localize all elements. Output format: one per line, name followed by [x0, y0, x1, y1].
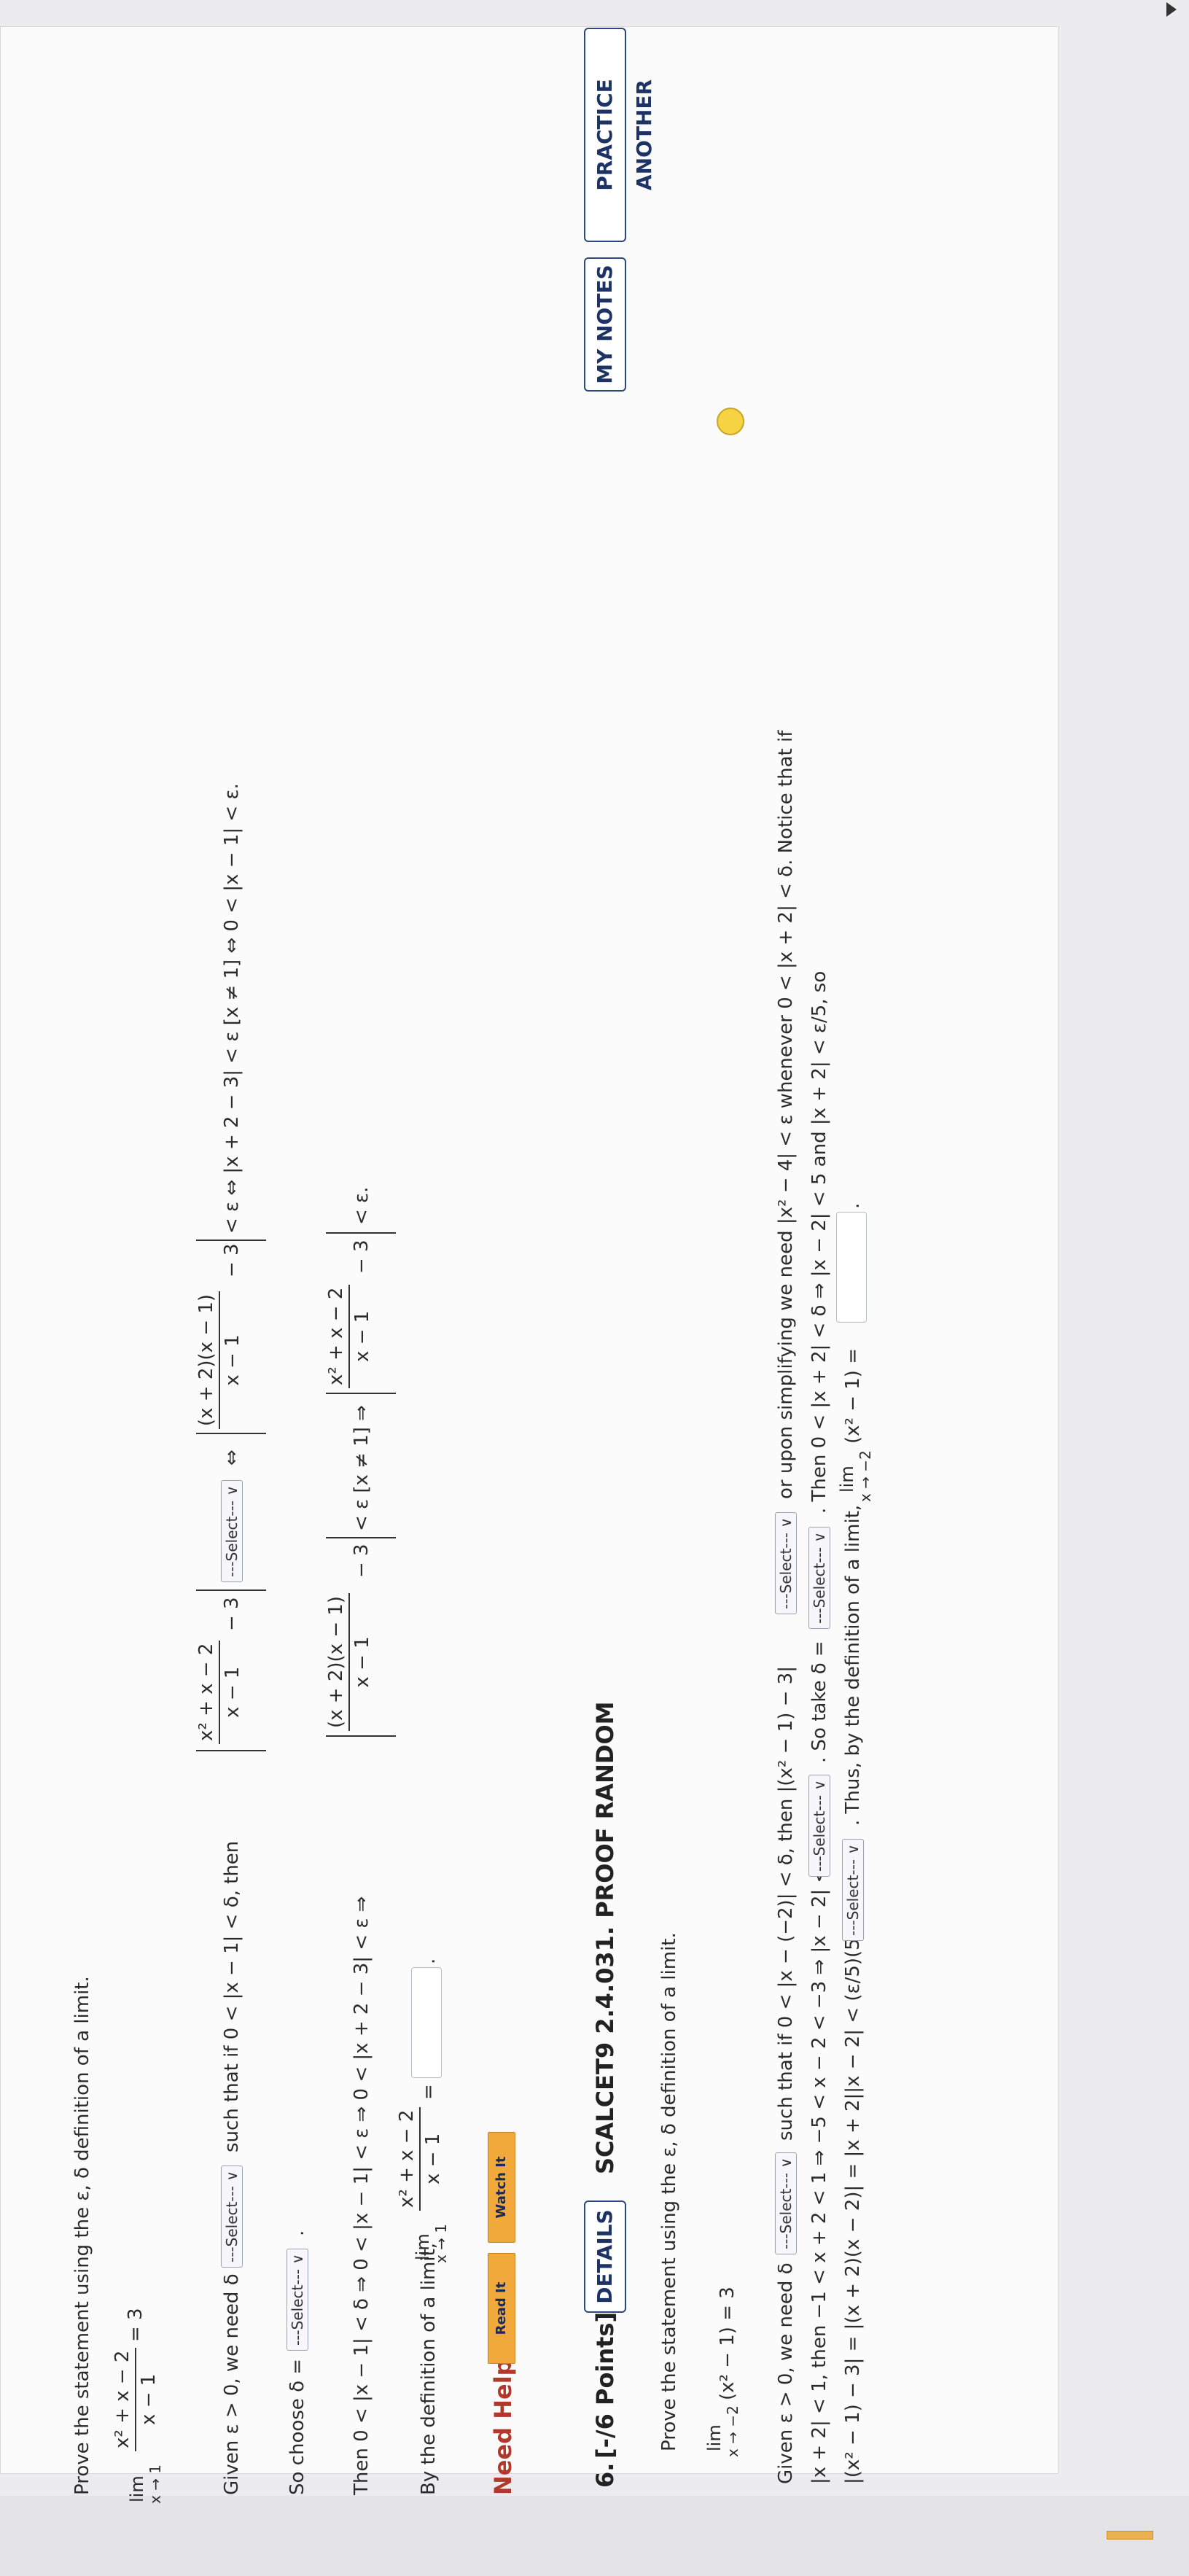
q6-select-take[interactable]: ---Select--- ∨ — [808, 1527, 830, 1629]
abs-bar — [326, 1735, 396, 1737]
abs-bar — [326, 1537, 396, 1538]
q6-select-result[interactable]: ---Select--- ∨ — [842, 1839, 864, 1941]
q5-minus3: − 3 — [221, 1597, 243, 1631]
q5-iff1: ⇔ — [221, 1450, 243, 1466]
q6-prompt: Prove the statement using the ε, δ defin… — [658, 1932, 680, 2451]
select-label: ---Select--- — [844, 1859, 862, 1936]
q5-prompt: Prove the statement using the ε, δ defin… — [71, 1976, 93, 2495]
q5-so-choose: So choose δ = — [286, 2358, 308, 2495]
denominator: x − 1 — [219, 1640, 245, 1744]
my-notes-button[interactable]: MY NOTES — [584, 257, 626, 392]
q5-lim-word: lim — [127, 2475, 147, 2502]
denominator: x − 1 — [135, 2347, 161, 2451]
q5-then-mid2: < ε [x ≠ 1] ⇒ — [351, 1405, 373, 1531]
details-button[interactable]: DETAILS — [584, 2201, 626, 2313]
q6-line2-c: . Then 0 < |x + 2| < δ ⇒ |x − 2| < 5 and… — [808, 970, 830, 1514]
q6-number: 6. — [591, 2462, 619, 2488]
q6-line3-b: . Thus, by the definition of a limit, — [842, 1504, 864, 1826]
q5-given-mid: such that if 0 < |x − 1| < δ, then — [221, 1840, 243, 2152]
select-label: ---Select--- — [289, 2269, 306, 2346]
q5-then-end: < ε. — [351, 1186, 373, 1225]
need-help-label: Need Help? — [489, 2345, 517, 2495]
abs-bar — [196, 1433, 266, 1434]
q5-tail1: < ε ⇔ |x + 2 − 3| < ε [x ≠ 1] ⇔ 0 < |x −… — [221, 783, 243, 1234]
q6-select-delta[interactable]: ---Select--- ∨ — [775, 2152, 797, 2254]
q5-fraction-2: x² + x − 2 x − 1 — [194, 1640, 245, 1744]
q6-answer-input[interactable] — [836, 1212, 867, 1323]
q5-select-ineq[interactable]: ---Select--- ∨ — [221, 1480, 243, 1582]
q5-by-eq: = — [418, 2084, 440, 2100]
q5-select-delta[interactable]: ---Select--- ∨ — [221, 2166, 243, 2268]
q5-fraction-5: x² + x − 2 x − 1 — [324, 1284, 375, 1388]
smiley-icon — [717, 408, 744, 435]
select-label: ---Select--- — [777, 2173, 795, 2249]
left-sidebar — [0, 2496, 1189, 2576]
read-it-button[interactable]: Read It — [488, 2253, 515, 2364]
q6-line3-a: |(x² − 1) − 3| = |(x + 2)(x − 2)| = |x +… — [842, 1909, 864, 2484]
denominator: x − 1 — [219, 1291, 245, 1429]
select-label: ---Select--- — [223, 2186, 241, 2262]
denominator: x − 1 — [348, 1592, 375, 1731]
q5-given-start: Given ε > 0, we need δ — [221, 2273, 243, 2495]
numerator: x² + x − 2 — [195, 1643, 217, 1741]
select-label: ---Select--- — [811, 1547, 828, 1624]
q5-then-chain: Then 0 < |x − 1| < δ ⇒ 0 < |x − 1| < ε ⇒… — [351, 1896, 373, 2495]
q5-fraction-4: (x + 2)(x − 1) x − 1 — [324, 1592, 375, 1731]
q6-line1-c: or upon simplifying we need |x² − 4| < ε… — [775, 730, 797, 1499]
numerator: (x + 2)(x − 1) — [195, 1293, 217, 1426]
q6-select-bound[interactable]: ---Select--- ∨ — [808, 1775, 830, 1877]
practice-another-button[interactable]: PRACTICE ANOTHER — [584, 28, 656, 242]
watch-it-button[interactable]: Watch It — [488, 2132, 515, 2243]
q6-select-ineq[interactable]: ---Select--- ∨ — [775, 1512, 797, 1614]
q5-then-mid: − 3 — [351, 1544, 373, 1578]
q6-code: SCALCET9 2.4.031. PROOF RANDOM — [591, 1701, 619, 2175]
q6-lim-word: lim — [704, 2424, 725, 2451]
q5-by-def: By the definition of a limit, — [418, 2242, 440, 2495]
numerator: (x + 2)(x − 1) — [325, 1595, 347, 1728]
numerator: x² + x − 2 — [112, 2350, 133, 2448]
q6-l3-lim-word: lim — [837, 1466, 857, 1493]
q5-select-choose[interactable]: ---Select--- ∨ — [286, 2249, 308, 2351]
abs-bar — [196, 1750, 266, 1751]
q5-lim-sub: x → 1 — [147, 2464, 164, 2504]
q6-l3-lim-sub: x → −2 — [857, 1450, 874, 1502]
q5-minus3-b: − 3 — [221, 1243, 243, 1277]
select-label: ---Select--- — [777, 1533, 795, 1609]
scroll-down-icon[interactable] — [1166, 2, 1177, 17]
sidebar-tab[interactable] — [1107, 2531, 1153, 2540]
q6-line3-c: (x² − 1) = — [842, 1347, 864, 1444]
q5-so-dot: . — [286, 2230, 308, 2236]
q5-by-lim-sub: x → 1 — [432, 2223, 450, 2263]
q5-answer-input[interactable] — [411, 1967, 442, 2078]
q6-expr: (x² − 1) = 3 — [717, 2287, 738, 2400]
q6-line3-d: . — [842, 1202, 864, 1209]
select-label: ---Select--- — [223, 1501, 241, 1577]
numerator: x² + x − 2 — [396, 2109, 418, 2208]
denominator: x − 1 — [419, 2106, 445, 2211]
denominator: x − 1 — [348, 1284, 375, 1388]
q6-line1-b: such that if 0 < |x − (−2)| < δ, then |(… — [775, 1666, 797, 2141]
q5-fraction-6: x² + x − 2 x − 1 — [394, 2106, 445, 2211]
q6-line2-a: |x + 2| < 1, then −1 < x + 2 < 1 ⇒ −5 < … — [808, 1867, 830, 2484]
abs-bar — [196, 1589, 266, 1591]
q5-by-dot: . — [418, 1958, 440, 1964]
abs-bar — [326, 1393, 396, 1394]
select-label: ---Select--- — [811, 1795, 828, 1872]
question-card: Prove the statement using the ε, δ defin… — [0, 26, 1059, 2504]
numerator: x² + x − 2 — [325, 1287, 347, 1385]
q5-then-tail: − 3 — [351, 1240, 373, 1274]
q5-eq3: = 3 — [125, 2308, 147, 2342]
abs-bar — [196, 1240, 266, 1241]
q5-fraction-1: x² + x − 2 x − 1 — [110, 2347, 161, 2451]
q5-by-lim-word: lim — [413, 2233, 433, 2260]
q6-points: [-/6 Points] — [591, 2311, 619, 2459]
q5-fraction-3: (x + 2)(x − 1) x − 1 — [194, 1291, 245, 1429]
q6-line1-a: Given ε > 0, we need δ — [775, 2262, 797, 2484]
page-stage: Prove the statement using the ε, δ defin… — [0, 0, 1189, 2576]
q6-lim-sub: x → −2 — [724, 2405, 741, 2457]
abs-bar — [326, 1232, 396, 1234]
q6-line2-b: . So take δ = — [808, 1641, 830, 1763]
